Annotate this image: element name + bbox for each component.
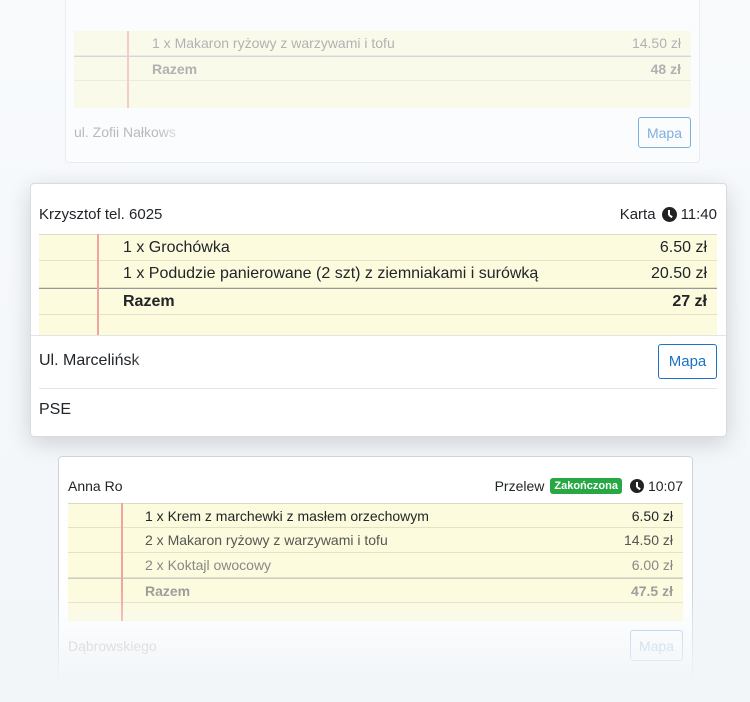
delivery-address: ul. Zofii Nałkows — [74, 124, 176, 140]
clock-icon — [629, 479, 644, 493]
item-price: 14.50 zł — [631, 35, 681, 51]
item-description: 1 x Grochówka — [123, 238, 230, 256]
order-items-table: 1 x Grochówka 6.50 zł 1 x Podudzie panie… — [39, 234, 717, 335]
order-total-row: Razem 47.5 zł — [68, 578, 683, 603]
map-button[interactable]: Mapa — [630, 630, 683, 661]
status-badge: Zakończona — [550, 478, 622, 494]
order-total-row: Razem 27 zł — [39, 288, 717, 315]
section-divider — [39, 388, 717, 389]
section-divider — [31, 335, 726, 336]
item-description: 2 x Makaron ryżowy z warzywami i tofu — [145, 532, 388, 548]
delivery-address: Dąbrowskiego — [68, 638, 157, 654]
order-empty-row — [74, 81, 691, 98]
table-margin-line — [127, 31, 129, 108]
total-value: 27 zł — [672, 292, 707, 310]
order-card-main: Krzysztof tel. 6025 Karta 11:40 1 x Groc… — [30, 183, 727, 437]
item-description: 1 x Podudzie panierowane (2 szt) z ziemn… — [123, 265, 539, 282]
total-label: Razem — [145, 582, 191, 599]
order-item-row: 2 x Makaron ryżowy z warzywami i tofu 14… — [68, 528, 683, 553]
order-item-row: 1 x Makaron ryżowy z warzywami i tofu 14… — [74, 31, 691, 56]
customer-name: Anna Ro — [68, 478, 123, 494]
order-card-bottom: Anna Ro Przelew Zakończona 10:07 1 x Kre… — [58, 456, 693, 696]
table-margin-line — [121, 503, 123, 621]
payment-method: Karta — [619, 205, 656, 223]
order-items-table: 1 x Krem z marchewki z masłem orzechowym… — [68, 503, 683, 621]
item-price: 6.00 zł — [631, 557, 673, 573]
clock-icon — [661, 206, 677, 222]
order-header: Krzysztof tel. 6025 Karta 11:40 — [39, 204, 717, 224]
table-margin-line — [97, 234, 99, 335]
order-note: PSE — [39, 401, 72, 418]
item-description: 1 x Krem z marchewki z masłem orzechowym — [145, 507, 429, 524]
order-empty-row — [68, 603, 683, 621]
map-button[interactable]: Mapa — [638, 117, 691, 148]
order-empty-row — [39, 315, 717, 335]
item-price: 20.50 zł — [650, 265, 707, 282]
item-price: 6.50 zł — [631, 507, 673, 524]
item-price: 14.50 zł — [623, 532, 673, 548]
order-item-row: 1 x Grochówka 6.50 zł — [39, 234, 717, 261]
order-items-table: 1 x Makaron ryżowy z warzywami i tofu 14… — [74, 31, 691, 108]
order-item-row: 1 x Krem z marchewki z masłem orzechowym… — [68, 503, 683, 528]
order-header: Anna Ro Przelew Zakończona 10:07 — [68, 476, 683, 496]
order-total-row: Razem 48 zł — [74, 56, 691, 81]
payment-method: Przelew — [494, 478, 545, 494]
order-card-top: 1 x Makaron ryżowy z warzywami i tofu 14… — [65, 0, 700, 163]
order-item-row: 1 x Podudzie panierowane (2 szt) z ziemn… — [39, 261, 717, 288]
order-time: 11:40 — [680, 205, 717, 223]
total-label: Razem — [152, 60, 198, 77]
item-price: 6.50 zł — [659, 238, 707, 256]
map-button[interactable]: Mapa — [658, 344, 717, 379]
total-value: 47.5 zł — [630, 582, 673, 599]
order-item-row: 2 x Koktajl owocowy 6.00 zł — [68, 553, 683, 578]
total-label: Razem — [123, 292, 175, 310]
item-description: 1 x Makaron ryżowy z warzywami i tofu — [152, 35, 395, 51]
item-description: 2 x Koktajl owocowy — [145, 557, 272, 573]
total-value: 48 zł — [650, 60, 681, 77]
order-time: 10:07 — [647, 478, 683, 494]
customer-name-phone: Krzysztof tel. 6025 — [39, 205, 163, 223]
delivery-address: Ul. Marcelińsk — [39, 352, 140, 369]
